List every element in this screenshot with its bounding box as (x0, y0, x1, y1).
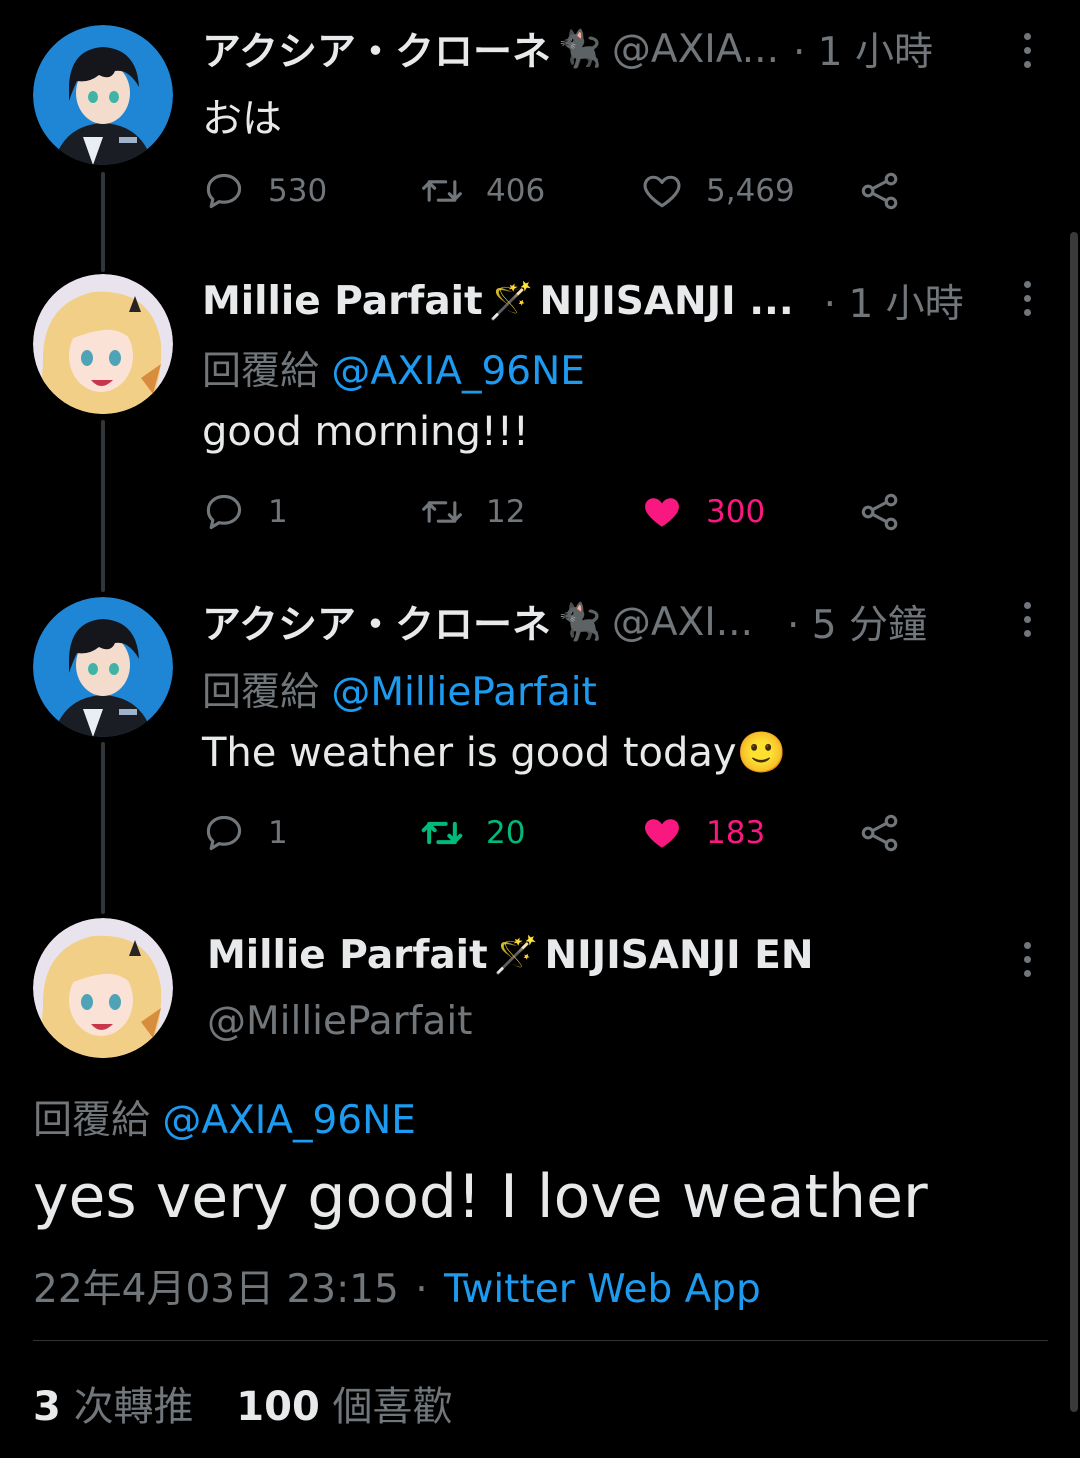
display-name-suffix[interactable]: NIJISANJI EN (545, 933, 814, 978)
reply-count: 1 (268, 815, 288, 851)
reply-button[interactable]: 530 (202, 166, 327, 216)
timestamp[interactable]: · 1 小時 (793, 21, 933, 77)
tweet-text-content: The weather is good today (202, 730, 737, 776)
like-button[interactable]: 183 (640, 808, 765, 858)
more-icon[interactable] (1019, 942, 1035, 977)
avatar[interactable] (33, 25, 173, 165)
avatar[interactable] (33, 918, 173, 1058)
tweet-actions: 1 20 183 (202, 808, 922, 858)
engagement-stats: 3 次轉推 100 個喜歡 (33, 1374, 453, 1432)
reply-to-line: 回覆給 @MillieParfait (202, 661, 597, 717)
share-icon (861, 814, 898, 852)
reply-mention-link[interactable]: @AXIA_96NE (331, 349, 585, 394)
divider (33, 1340, 1048, 1341)
reply-to-label: 回覆給 (202, 349, 332, 394)
like-icon (645, 819, 679, 848)
reply-count: 530 (268, 173, 328, 209)
tweet-header: アクシア・クローネ 🐈‍⬛ @AXI... · 5 分鐘 (202, 594, 927, 650)
focused-tweet-text: yes very good! I love weather (33, 1162, 928, 1232)
share-icon (861, 493, 898, 531)
black-cat-emoji-icon: 🐈‍⬛ (557, 602, 602, 643)
more-icon[interactable] (1019, 281, 1035, 316)
retweet-icon (421, 821, 463, 845)
more-icon[interactable] (1019, 33, 1035, 68)
retweet-icon (422, 501, 462, 523)
reply-to-line: 回覆給 @AXIA_96NE (202, 340, 585, 396)
share-button[interactable] (858, 166, 924, 216)
reply-to-line: 回覆給 @AXIA_96NE (33, 1089, 416, 1145)
scrollbar[interactable] (1070, 232, 1078, 1412)
tweet-text: The weather is good today🙂 (202, 729, 786, 776)
like-count: 300 (706, 494, 766, 530)
retweet-count: 406 (486, 173, 546, 209)
tweet-header: Millie Parfait 🪄 NIJISANJI ... · 1 小時 (202, 273, 964, 329)
timestamp[interactable]: · 5 分鐘 (787, 594, 927, 650)
tweet-source-link[interactable]: Twitter Web App (444, 1267, 761, 1312)
like-icon (643, 175, 681, 208)
reply-icon (206, 173, 242, 209)
user-handle[interactable]: @AXIA... (612, 27, 779, 72)
tweet-date[interactable]: 22年4月03日 23:15 (33, 1267, 399, 1312)
meta-separator: · (415, 1267, 428, 1312)
reply-button[interactable]: 1 (202, 487, 288, 537)
retweet-stat-label: 次轉推 (73, 1384, 194, 1430)
magic-wand-emoji-icon: 🪄 (488, 281, 534, 322)
reply-count: 1 (268, 494, 288, 530)
avatar[interactable] (33, 597, 173, 737)
retweet-icon (422, 180, 462, 202)
timestamp[interactable]: · 1 小時 (824, 273, 964, 329)
retweet-button[interactable]: 12 (420, 487, 525, 537)
focused-handle-row: @MillieParfait (207, 996, 472, 1046)
reply-icon (206, 494, 242, 530)
reply-to-label: 回覆給 (33, 1098, 163, 1143)
thread-line (101, 420, 105, 592)
tweet-actions: 1 12 300 (202, 487, 922, 537)
reply-mention-link[interactable]: @AXIA_96NE (162, 1098, 416, 1143)
retweet-button[interactable]: 20 (420, 808, 525, 858)
tweet-actions: 530 406 5,469 (202, 166, 922, 216)
tweet-meta: 22年4月03日 23:15 · Twitter Web App (33, 1258, 761, 1314)
user-handle[interactable]: @AXI... (612, 600, 753, 645)
share-icon (861, 172, 898, 210)
retweet-stat[interactable]: 3 次轉推 (33, 1384, 194, 1430)
display-name[interactable]: Millie Parfait (202, 279, 483, 324)
black-cat-emoji-icon: 🐈‍⬛ (557, 29, 602, 70)
reply-to-label: 回覆給 (202, 670, 332, 715)
reply-icon (206, 815, 242, 851)
like-count: 183 (706, 815, 766, 851)
like-stat-count: 100 (236, 1384, 320, 1430)
thread-line (101, 172, 105, 272)
reply-mention-link[interactable]: @MillieParfait (331, 670, 596, 715)
display-name-suffix[interactable]: NIJISANJI ... (540, 279, 794, 324)
share-button[interactable] (858, 808, 924, 858)
like-button[interactable]: 5,469 (640, 166, 795, 216)
smiling-face-emoji-icon: 🙂 (736, 730, 787, 776)
like-icon (645, 498, 679, 527)
like-button[interactable]: 300 (640, 487, 765, 537)
tweet-text: good morning!!! (202, 409, 529, 455)
magic-wand-emoji-icon: 🪄 (493, 935, 539, 976)
like-stat[interactable]: 100 個喜歡 (236, 1384, 452, 1430)
tweet-header: アクシア・クローネ 🐈‍⬛ @AXIA... · 1 小時 (202, 21, 933, 77)
more-icon[interactable] (1019, 602, 1035, 637)
share-button[interactable] (858, 487, 924, 537)
thread-line (101, 742, 105, 914)
like-stat-label: 個喜歡 (332, 1384, 453, 1430)
focused-tweet-header: Millie Parfait 🪄 NIJISANJI EN (207, 930, 814, 980)
display-name[interactable]: アクシア・クローネ (202, 21, 551, 77)
retweet-count: 12 (486, 494, 526, 530)
retweet-button[interactable]: 406 (420, 166, 545, 216)
retweet-count: 20 (486, 815, 526, 851)
reply-button[interactable]: 1 (202, 808, 288, 858)
display-name[interactable]: Millie Parfait (207, 933, 488, 978)
user-handle[interactable]: @MillieParfait (207, 999, 472, 1044)
tweet-text: おは (202, 96, 282, 142)
like-count: 5,469 (706, 173, 795, 209)
retweet-stat-count: 3 (33, 1384, 61, 1430)
display-name[interactable]: アクシア・クローネ (202, 594, 551, 650)
avatar[interactable] (33, 274, 173, 414)
